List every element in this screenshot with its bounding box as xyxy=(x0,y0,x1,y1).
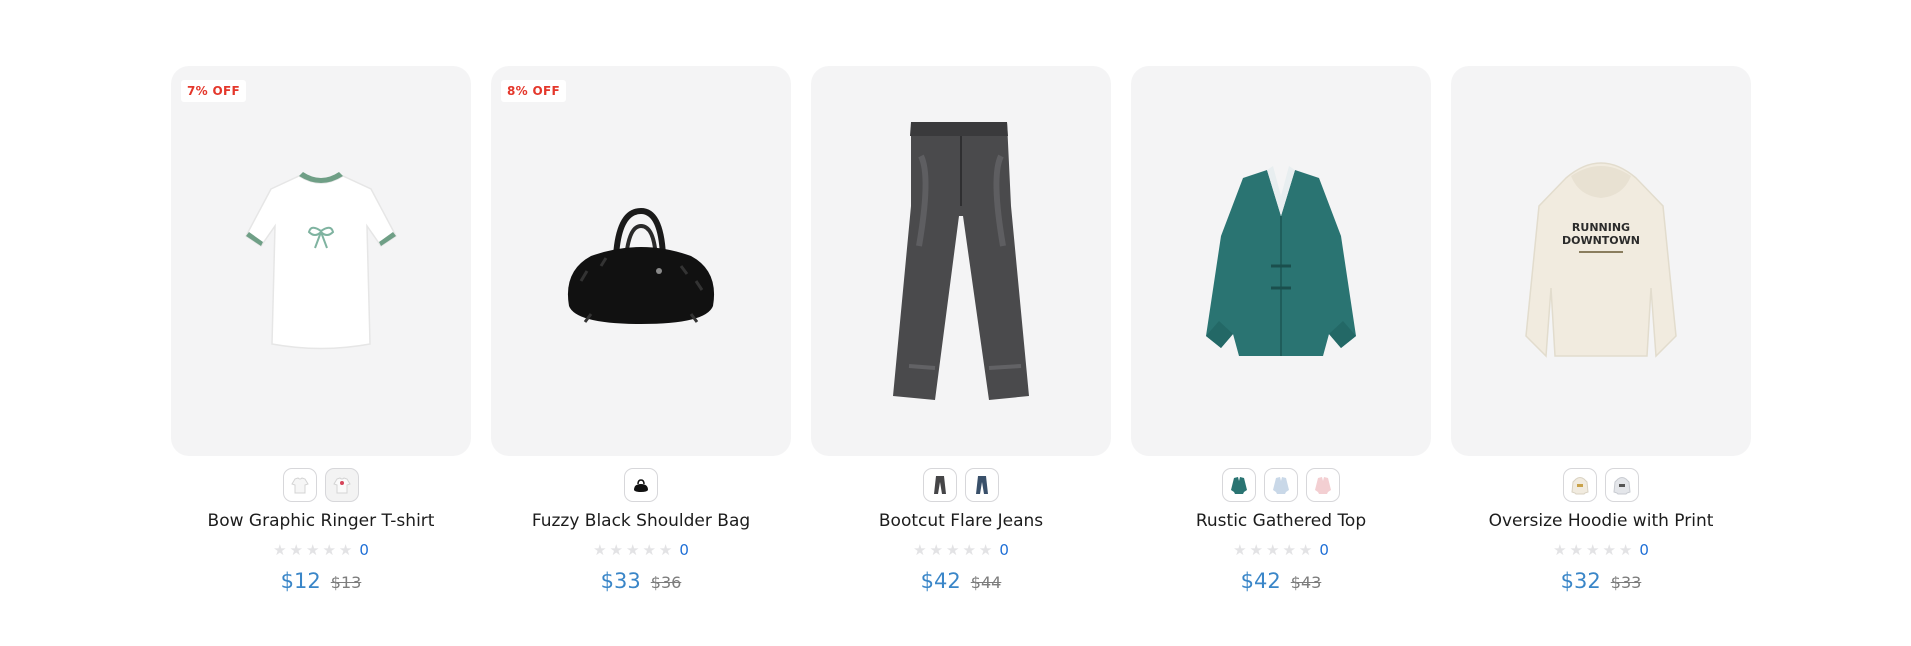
star-icon: ★ xyxy=(1602,541,1616,559)
rating: ★ ★ ★ ★ ★ 0 xyxy=(913,541,1009,559)
pink-top-swatch-icon[interactable] xyxy=(1306,468,1340,502)
star-icon: ★ xyxy=(338,541,353,559)
color-swatches xyxy=(283,468,359,504)
white-tshirt-swatch-icon[interactable] xyxy=(283,468,317,502)
product-image-area[interactable]: RUNNING DOWNTOWN xyxy=(1451,66,1751,456)
product-title[interactable]: Rustic Gathered Top xyxy=(1196,511,1366,531)
star-icon: ★ xyxy=(1618,541,1633,559)
product-title[interactable]: Bootcut Flare Jeans xyxy=(879,511,1043,531)
product-image-area[interactable] xyxy=(811,66,1111,456)
grey-hoodie-swatch-icon[interactable] xyxy=(1605,468,1639,502)
original-price: $43 xyxy=(1290,573,1322,592)
star-icon: ★ xyxy=(289,541,303,559)
product-title[interactable]: Bow Graphic Ringer T-shirt xyxy=(208,511,435,531)
discount-badge: 7% OFF xyxy=(181,80,246,102)
color-swatches xyxy=(923,468,999,504)
rating-count: 0 xyxy=(1319,541,1329,559)
star-icon: ★ xyxy=(946,541,960,559)
product-photo-top[interactable] xyxy=(1131,66,1431,456)
product-photo-bag[interactable] xyxy=(491,66,791,456)
star-icon: ★ xyxy=(962,541,976,559)
light-blue-top-swatch-icon[interactable] xyxy=(1264,468,1298,502)
star-icon: ★ xyxy=(929,541,943,559)
original-price: $44 xyxy=(970,573,1002,592)
rating-count: 0 xyxy=(1639,541,1649,559)
sale-price: $33 xyxy=(600,569,641,593)
original-price: $13 xyxy=(330,573,362,592)
product-card[interactable]: Bootcut Flare Jeans ★ ★ ★ ★ ★ 0 $42 $44 xyxy=(811,66,1111,593)
price-row: $42 $43 xyxy=(1241,569,1322,593)
blue-jeans-swatch-icon[interactable] xyxy=(965,468,999,502)
rating-count: 0 xyxy=(679,541,689,559)
price-row: $42 $44 xyxy=(921,569,1002,593)
product-photo-jeans[interactable] xyxy=(811,66,1111,456)
star-icon: ★ xyxy=(306,541,320,559)
product-grid: 7% OFF Bow Graphic Ringer T-shirt ★ ★ ★ … xyxy=(171,66,1751,593)
rating: ★ ★ ★ ★ ★ 0 xyxy=(1233,541,1329,559)
star-icon: ★ xyxy=(609,541,623,559)
price-row: $33 $36 xyxy=(601,569,682,593)
star-icon: ★ xyxy=(1586,541,1600,559)
color-swatches xyxy=(624,468,658,504)
product-image-area[interactable]: 8% OFF xyxy=(491,66,791,456)
star-icon: ★ xyxy=(1298,541,1313,559)
original-price: $33 xyxy=(1610,573,1642,592)
original-price: $36 xyxy=(650,573,682,592)
sale-price: $42 xyxy=(1240,569,1281,593)
star-icon: ★ xyxy=(978,541,993,559)
color-swatches xyxy=(1563,468,1639,504)
star-icon: ★ xyxy=(273,541,287,559)
sale-price: $42 xyxy=(920,569,961,593)
star-icon: ★ xyxy=(1233,541,1247,559)
grey-jeans-swatch-icon[interactable] xyxy=(923,468,957,502)
product-card[interactable]: 7% OFF Bow Graphic Ringer T-shirt ★ ★ ★ … xyxy=(171,66,471,593)
rating: ★ ★ ★ ★ ★ 0 xyxy=(1553,541,1649,559)
product-image-area[interactable] xyxy=(1131,66,1431,456)
rating: ★ ★ ★ ★ ★ 0 xyxy=(593,541,689,559)
hoodie-print-line-2: DOWNTOWN xyxy=(1562,234,1640,247)
star-icon: ★ xyxy=(1569,541,1583,559)
hoodie-print-line-1: RUNNING xyxy=(1572,221,1630,234)
product-title[interactable]: Fuzzy Black Shoulder Bag xyxy=(532,511,750,531)
rating-count: 0 xyxy=(359,541,369,559)
cream-hoodie-swatch-icon[interactable] xyxy=(1563,468,1597,502)
price-row: $12 $13 xyxy=(281,569,362,593)
product-photo-tshirt[interactable] xyxy=(171,66,471,456)
star-icon: ★ xyxy=(626,541,640,559)
star-icon: ★ xyxy=(322,541,336,559)
price-row: $32 $33 xyxy=(1561,569,1642,593)
product-card[interactable]: 8% OFF Fuzzy Black Shoulder Bag ★ ★ ★ ★ … xyxy=(491,66,791,593)
color-swatches xyxy=(1222,468,1340,504)
star-icon: ★ xyxy=(642,541,656,559)
rating-count: 0 xyxy=(999,541,1009,559)
star-icon: ★ xyxy=(658,541,673,559)
star-icon: ★ xyxy=(1266,541,1280,559)
teal-top-swatch-icon[interactable] xyxy=(1222,468,1256,502)
star-icon: ★ xyxy=(1249,541,1263,559)
product-card[interactable]: RUNNING DOWNTOWN Oversize Hoodie with Pr… xyxy=(1451,66,1751,593)
rating: ★ ★ ★ ★ ★ 0 xyxy=(273,541,369,559)
discount-badge: 8% OFF xyxy=(501,80,566,102)
product-title[interactable]: Oversize Hoodie with Print xyxy=(1489,511,1714,531)
star-icon: ★ xyxy=(913,541,927,559)
product-photo-hoodie[interactable]: RUNNING DOWNTOWN xyxy=(1451,66,1751,456)
black-bag-swatch-icon[interactable] xyxy=(624,468,658,502)
star-icon: ★ xyxy=(1282,541,1296,559)
product-card[interactable]: Rustic Gathered Top ★ ★ ★ ★ ★ 0 $42 $43 xyxy=(1131,66,1431,593)
sale-price: $32 xyxy=(1560,569,1601,593)
product-image-area[interactable]: 7% OFF xyxy=(171,66,471,456)
sale-price: $12 xyxy=(280,569,321,593)
star-icon: ★ xyxy=(1553,541,1567,559)
white-print-tshirt-swatch-icon[interactable] xyxy=(325,468,359,502)
star-icon: ★ xyxy=(593,541,607,559)
